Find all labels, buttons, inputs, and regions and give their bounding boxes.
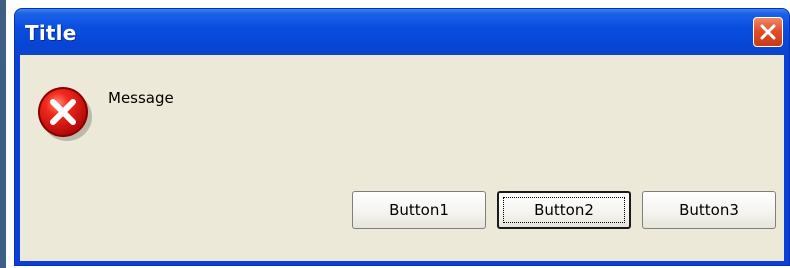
button-2[interactable]: Button2 [497, 191, 631, 229]
window-title: Title [25, 21, 77, 45]
close-button[interactable] [753, 17, 783, 47]
button-1[interactable]: Button1 [352, 191, 486, 229]
error-icon [34, 83, 94, 147]
message-dialog-window: Title Message Button1 Button2 Button3 [14, 8, 790, 266]
button-3[interactable]: Button3 [642, 191, 776, 229]
button-2-label: Button2 [503, 197, 625, 223]
dialog-message: Message [108, 89, 174, 107]
close-icon [760, 24, 776, 40]
background-edge [0, 0, 6, 268]
title-bar[interactable]: Title [15, 9, 789, 55]
dialog-body: Message Button1 Button2 Button3 [20, 55, 784, 261]
